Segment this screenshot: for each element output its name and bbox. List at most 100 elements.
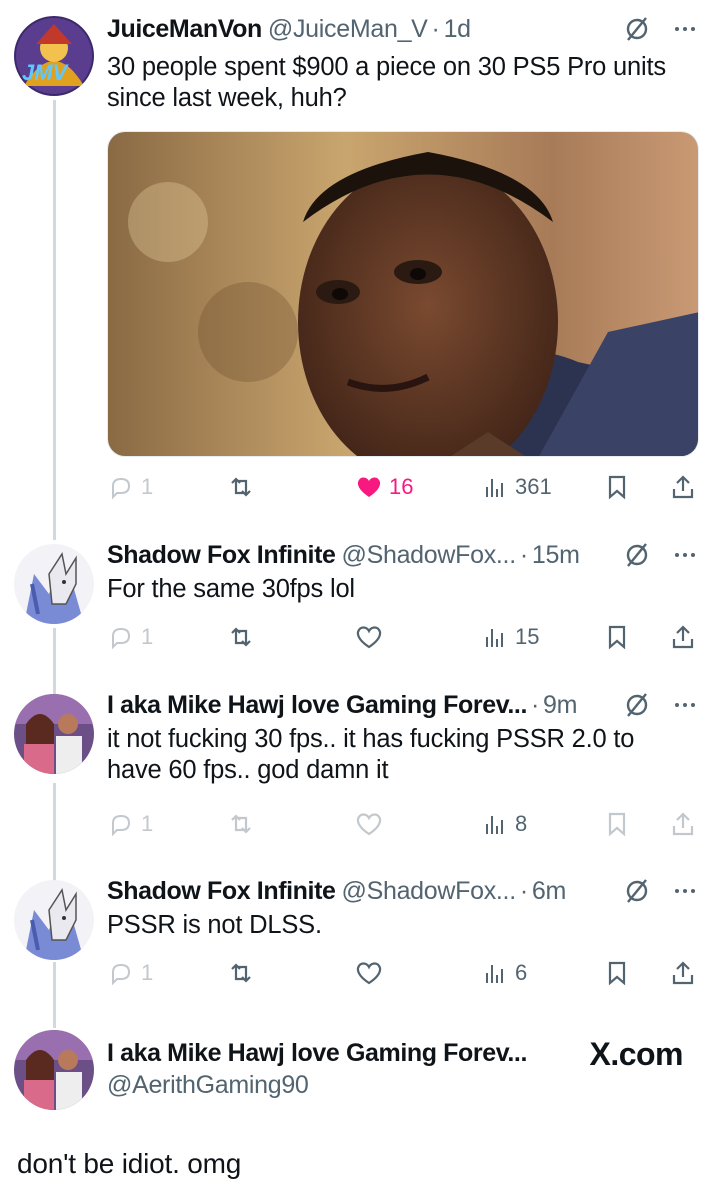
- grok-icon[interactable]: [623, 691, 651, 719]
- post-shadowfox-1[interactable]: Shadow Fox Infinite @ShadowFox... · 15m …: [0, 540, 715, 670]
- share-icon: [672, 625, 694, 649]
- separator: ·: [531, 691, 540, 719]
- avatar[interactable]: [14, 694, 94, 774]
- bookmark-button[interactable]: [603, 807, 631, 841]
- views-icon: [486, 629, 503, 647]
- post-header: JuiceManVon @JuiceMan_V · 1d: [107, 14, 699, 44]
- post-shadowfox-2[interactable]: Shadow Fox Infinite @ShadowFox... · 6m P…: [0, 876, 715, 1006]
- more-icon[interactable]: [671, 691, 699, 719]
- display-name[interactable]: Shadow Fox Infinite: [107, 540, 336, 570]
- bookmark-button[interactable]: [603, 470, 631, 504]
- post-image[interactable]: [107, 131, 699, 457]
- display-name[interactable]: Shadow Fox Infinite: [107, 876, 336, 906]
- repost-button[interactable]: [227, 470, 255, 504]
- post-juicemanvon[interactable]: JMV JuiceManVon @JuiceMan_V · 1d 30 peop…: [0, 0, 715, 520]
- like-button[interactable]: [355, 807, 383, 841]
- more-icon[interactable]: [671, 541, 699, 569]
- reply-icon: [112, 814, 131, 837]
- post-text: PSSR is not DLSS.: [107, 911, 322, 939]
- reply-count: 1: [141, 624, 154, 649]
- like-button[interactable]: [355, 620, 383, 654]
- view-count: 361: [515, 474, 552, 499]
- views-button[interactable]: 6: [481, 956, 527, 990]
- grok-icon[interactable]: [623, 15, 651, 43]
- reply-count: 1: [141, 474, 154, 499]
- bookmark-button[interactable]: [603, 956, 631, 990]
- bookmark-icon: [608, 625, 626, 650]
- repost-button[interactable]: [227, 620, 255, 654]
- view-count: 8: [515, 811, 528, 836]
- views-icon: [486, 479, 503, 497]
- share-button[interactable]: [669, 620, 697, 654]
- display-name[interactable]: JuiceManVon: [107, 14, 262, 44]
- reply-icon: [112, 963, 131, 986]
- separator: ·: [519, 541, 528, 569]
- user-handle[interactable]: @AerithGaming90: [107, 1070, 309, 1100]
- grok-icon[interactable]: [623, 877, 651, 905]
- like-icon: [356, 813, 382, 836]
- avatar[interactable]: [14, 880, 94, 960]
- more-icon[interactable]: [671, 15, 699, 43]
- reply-button[interactable]: 1: [107, 620, 153, 654]
- views-icon: [486, 816, 503, 834]
- display-name[interactable]: I aka Mike Hawj love Gaming Forev...: [107, 1038, 527, 1068]
- repost-button[interactable]: [227, 956, 255, 990]
- user-handle[interactable]: @ShadowFox...: [342, 876, 517, 906]
- avatar-logo-text: JMV: [22, 60, 68, 85]
- views-button[interactable]: 361: [481, 470, 552, 504]
- reply-button[interactable]: 1: [107, 470, 153, 504]
- like-button[interactable]: [355, 956, 383, 990]
- views-button[interactable]: 8: [481, 807, 527, 841]
- avatar[interactable]: [14, 544, 94, 624]
- avatar[interactable]: [14, 1030, 94, 1110]
- repost-icon: [231, 477, 251, 497]
- share-icon: [672, 475, 694, 499]
- bookmark-icon: [608, 475, 626, 500]
- share-icon: [672, 812, 694, 836]
- share-button[interactable]: [669, 956, 697, 990]
- post-header: Shadow Fox Infinite @ShadowFox... · 6m: [107, 876, 699, 906]
- repost-icon: [231, 963, 251, 983]
- view-count: 6: [515, 960, 528, 985]
- bookmark-icon: [608, 961, 626, 986]
- like-icon: [357, 477, 381, 497]
- post-text: For the same 30fps lol: [107, 575, 355, 603]
- post-time[interactable]: 9m: [543, 690, 577, 720]
- reply-count: 1: [141, 811, 154, 836]
- like-count: 16: [389, 474, 414, 499]
- share-icon: [672, 961, 694, 985]
- post-header: Shadow Fox Infinite @ShadowFox... · 15m: [107, 540, 699, 570]
- reply-button[interactable]: 1: [107, 956, 153, 990]
- post-text: don't be idiot. omg: [17, 1148, 242, 1179]
- views-icon: [486, 965, 503, 983]
- post-mikehawj-1[interactable]: I aka Mike Hawj love Gaming Forev... · 9…: [0, 690, 715, 850]
- post-time[interactable]: 1d: [444, 14, 472, 44]
- like-button[interactable]: 16: [355, 470, 413, 504]
- like-icon: [356, 626, 382, 649]
- post-time[interactable]: 6m: [532, 876, 566, 906]
- post-text: 30 people spent $900 a piece on 30 PS5 P…: [107, 53, 666, 112]
- repost-icon: [231, 627, 251, 647]
- bookmark-button[interactable]: [603, 620, 631, 654]
- post-time[interactable]: 15m: [532, 540, 580, 570]
- separator: ·: [519, 877, 528, 905]
- post-header: I aka Mike Hawj love Gaming Forev... · 9…: [107, 690, 699, 720]
- x-logo-watermark: X.com: [589, 1036, 683, 1072]
- grok-icon[interactable]: [623, 541, 651, 569]
- post-text: it not fucking 30 fps.. it has fucking P…: [107, 725, 635, 784]
- reply-icon: [112, 627, 131, 650]
- repost-button[interactable]: [227, 807, 255, 841]
- user-handle[interactable]: @ShadowFox...: [342, 540, 517, 570]
- reply-button[interactable]: 1: [107, 807, 153, 841]
- display-name[interactable]: I aka Mike Hawj love Gaming Forev...: [107, 690, 527, 720]
- post-header: I aka Mike Hawj love Gaming Forev...: [107, 1038, 527, 1068]
- avatar[interactable]: JMV: [14, 16, 94, 96]
- share-button[interactable]: [669, 470, 697, 504]
- reply-count: 1: [141, 960, 154, 985]
- user-handle[interactable]: @JuiceMan_V: [268, 14, 428, 44]
- reply-icon: [112, 477, 131, 500]
- more-icon[interactable]: [671, 877, 699, 905]
- bookmark-icon: [608, 812, 626, 837]
- share-button[interactable]: [669, 807, 697, 841]
- views-button[interactable]: 15: [481, 620, 539, 654]
